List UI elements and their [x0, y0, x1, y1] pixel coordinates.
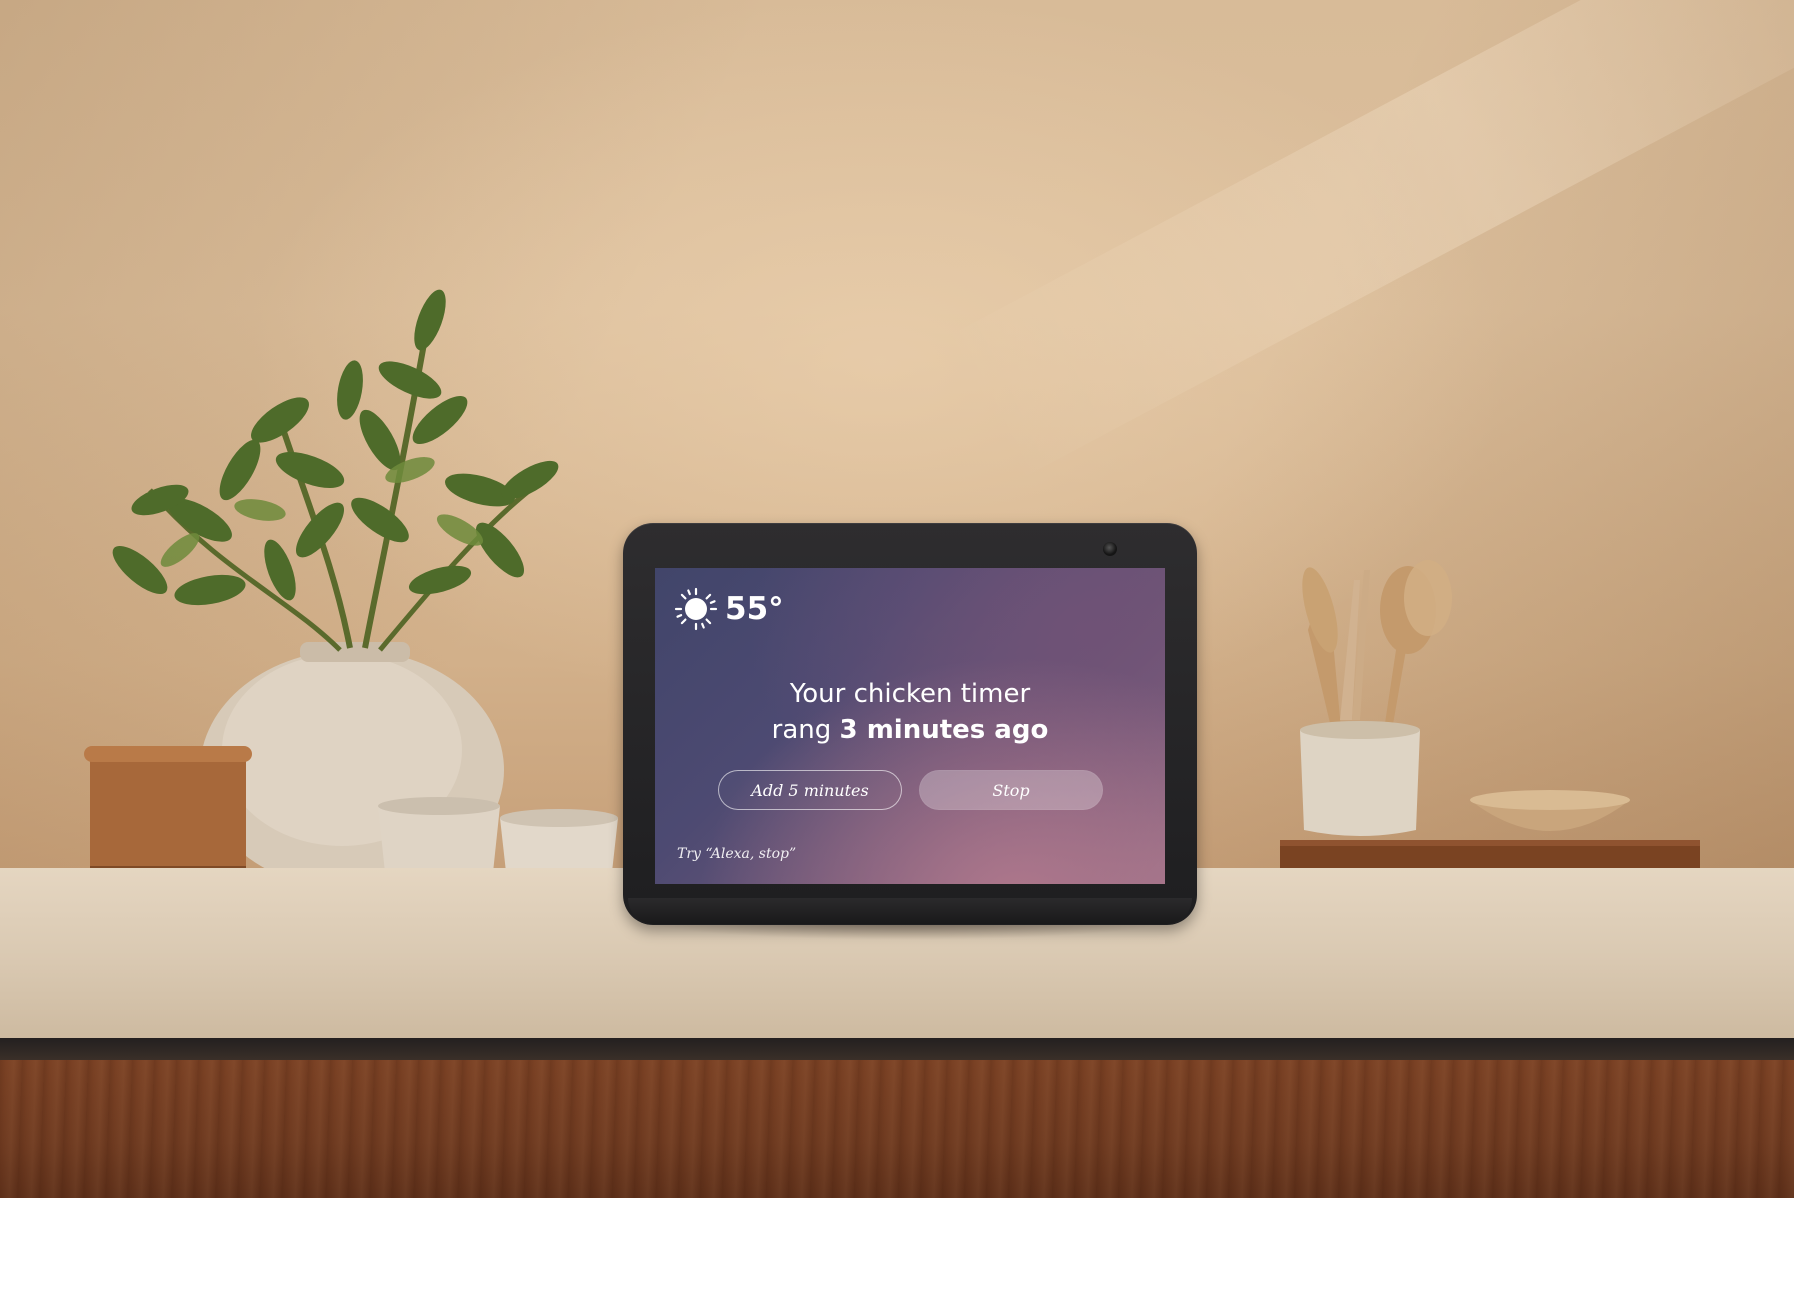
wood-cabinet — [0, 1060, 1794, 1198]
timer-message: Your chicken timer rang 3 minutes ago — [655, 676, 1165, 748]
temperature-label: 55° — [725, 591, 784, 627]
voice-hint: Try “Alexa, stop” — [677, 846, 797, 862]
kitchen-scene: 55° Your chicken timer rang 3 minutes ag… — [0, 0, 1794, 1198]
smart-display-base — [628, 898, 1192, 924]
sun-icon — [674, 587, 718, 631]
timer-message-prefix: rang — [771, 715, 840, 745]
timer-message-line1: Your chicken timer — [789, 679, 1031, 709]
camera-icon — [1103, 542, 1117, 556]
timer-elapsed: 3 minutes ago — [839, 715, 1049, 745]
utensils-illustration — [1280, 560, 1700, 880]
wooden-bowl — [1470, 790, 1630, 831]
smart-display-screen[interactable]: 55° Your chicken timer rang 3 minutes ag… — [655, 568, 1165, 884]
potted-plant-illustration — [84, 289, 618, 890]
add-5-minutes-button[interactable]: Add 5 minutes — [718, 770, 902, 810]
weather-widget[interactable]: 55° — [673, 586, 784, 632]
timer-message-line2: rang 3 minutes ago — [655, 712, 1165, 748]
utensil-holder — [1300, 721, 1420, 836]
countertop-edge — [0, 1038, 1794, 1060]
stop-button[interactable]: Stop — [919, 770, 1103, 810]
